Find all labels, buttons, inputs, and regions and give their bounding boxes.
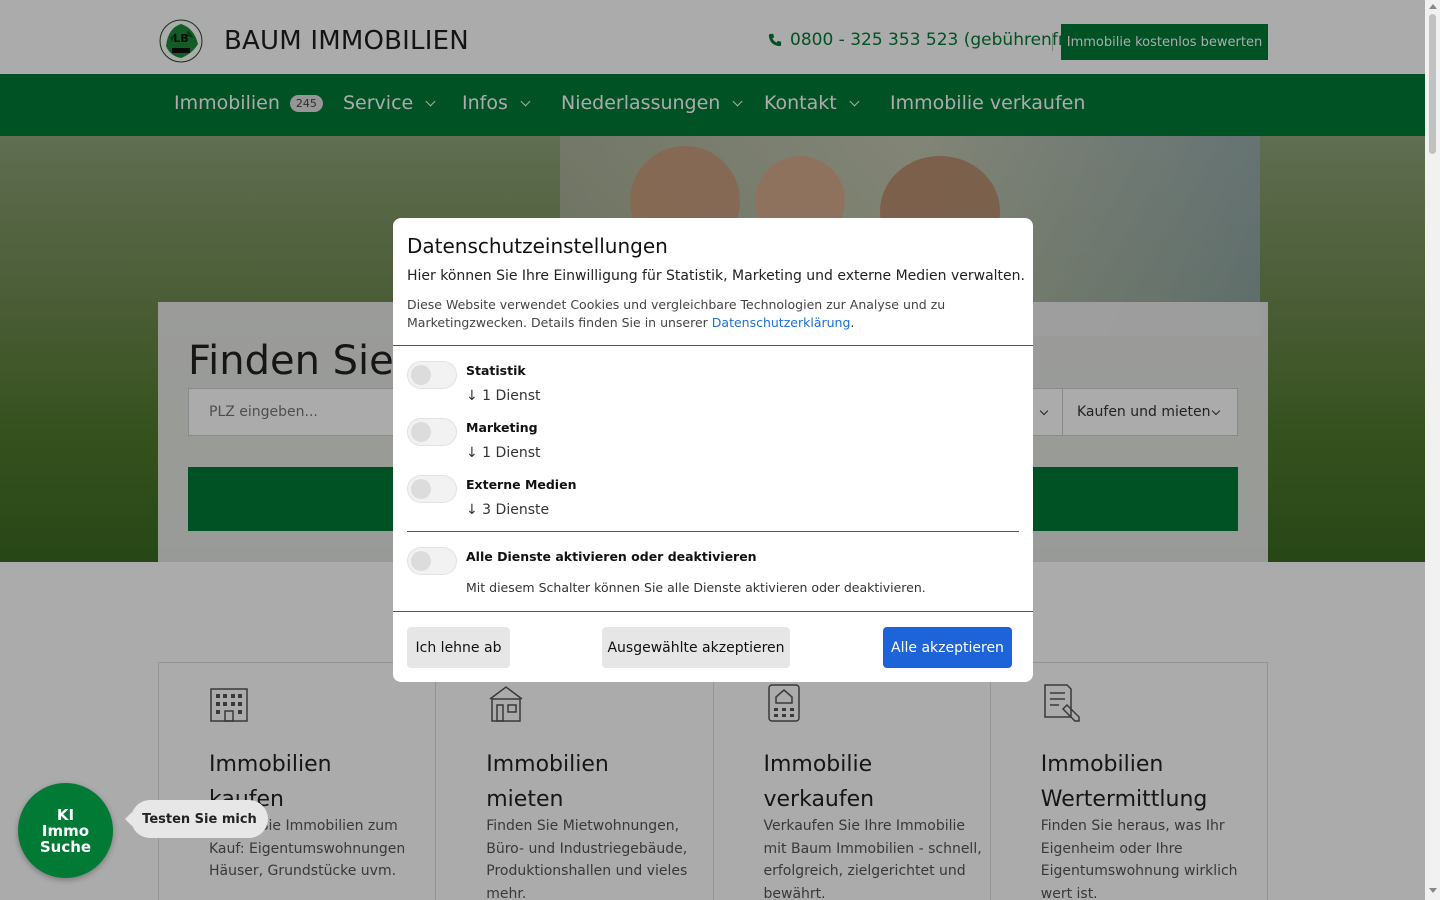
marketing-services-count[interactable]: ↓ 1 Dienst — [466, 445, 540, 461]
all-services-help: Mit diesem Schalter können Sie alle Dien… — [466, 580, 926, 595]
scroll-thumb[interactable] — [1429, 14, 1436, 154]
statistics-services-count[interactable]: ↓ 1 Dienst — [466, 388, 540, 404]
description-text: Diese Website verwendet Cookies und verg… — [407, 297, 946, 330]
page-scrollbar[interactable] — [1425, 0, 1440, 900]
external-media-label: Externe Medien — [466, 477, 577, 492]
divider — [407, 531, 1019, 532]
all-services-label: Alle Dienste aktivieren oder deaktiviere… — [466, 549, 757, 564]
ai-widget-line: Suche — [39, 837, 92, 856]
marketing-toggle[interactable] — [407, 418, 457, 446]
statistics-toggle[interactable] — [407, 361, 457, 389]
divider — [393, 611, 1033, 612]
ai-widget-tooltip[interactable]: Testen Sie mich — [125, 800, 268, 838]
dialog-title: Datenschutzeinstellungen — [407, 234, 668, 258]
decline-button[interactable]: Ich lehne ab — [407, 627, 510, 668]
dialog-description: Diese Website verwendet Cookies und verg… — [407, 296, 967, 332]
marketing-label: Marketing — [466, 420, 538, 435]
privacy-policy-link[interactable]: Datenschutzerklärung — [712, 315, 851, 330]
ai-widget-line: Immo — [41, 821, 90, 840]
ai-search-widget[interactable]: KI Immo Suche — [18, 783, 113, 878]
accept-selected-button[interactable]: Ausgewählte akzeptieren — [602, 627, 790, 668]
external-media-toggle[interactable] — [407, 475, 457, 503]
privacy-settings-dialog: Datenschutzeinstellungen Hier können Sie… — [393, 218, 1033, 682]
scroll-down-icon[interactable] — [1429, 888, 1437, 893]
dialog-subtitle: Hier können Sie Ihre Einwilligung für St… — [407, 268, 1025, 284]
accept-all-button[interactable]: Alle akzeptieren — [883, 627, 1012, 668]
description-suffix: . — [850, 315, 855, 330]
external-media-services-count[interactable]: ↓ 3 Dienste — [466, 502, 549, 518]
all-services-toggle[interactable] — [407, 547, 457, 575]
statistics-label: Statistik — [466, 363, 526, 378]
divider — [393, 345, 1033, 346]
ai-widget-line: KI — [56, 805, 75, 824]
scroll-up-icon[interactable] — [1429, 4, 1437, 9]
